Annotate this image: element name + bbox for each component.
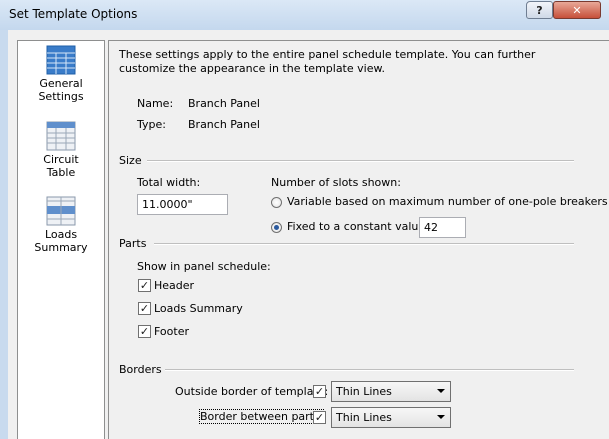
- outside-border-checkbox[interactable]: ✓: [313, 385, 326, 398]
- loads-summary-icon: [46, 196, 76, 226]
- nav-label-line2: Summary: [34, 241, 88, 254]
- footer-checkbox-label: Footer: [154, 325, 189, 338]
- type-label: Type:: [137, 118, 166, 131]
- nav-label-line2: Table: [46, 166, 76, 179]
- border-between-label: Border between parts:: [198, 409, 325, 424]
- slots-label: Number of slots shown:: [271, 176, 401, 189]
- footer-checkbox[interactable]: ✓: [138, 325, 151, 338]
- total-width-input[interactable]: 11.0000": [137, 194, 228, 215]
- border-between-value: Thin Lines: [336, 411, 392, 424]
- window-title: Set Template Options: [9, 7, 138, 21]
- circuit-table-icon: [46, 121, 76, 151]
- fixed-slots-label: Fixed to a constant value:: [287, 220, 429, 233]
- outside-border-value: Thin Lines: [336, 385, 392, 398]
- size-divider: [147, 160, 574, 162]
- nav-label-line1: Loads: [44, 228, 78, 241]
- help-button[interactable]: ?: [526, 1, 553, 19]
- show-in-schedule-label: Show in panel schedule:: [137, 260, 271, 273]
- intro-text: These settings apply to the entire panel…: [119, 48, 536, 75]
- nav-item-circuit-table[interactable]: Circuit Table: [18, 121, 104, 179]
- close-button[interactable]: ✕: [553, 1, 601, 19]
- nav-item-loads-summary[interactable]: Loads Summary: [18, 196, 104, 254]
- outside-border-label: Outside border of template:: [175, 385, 329, 398]
- fixed-slots-radio[interactable]: [271, 222, 282, 233]
- grid-table-icon: [46, 45, 76, 75]
- parts-divider: [154, 243, 574, 245]
- variable-slots-label: Variable based on maximum number of one-…: [287, 195, 608, 208]
- navigation-pane: General Settings Circuit Table Loads Sum…: [17, 40, 105, 439]
- nav-label-line1: Circuit: [43, 153, 79, 166]
- fixed-slots-input[interactable]: 42: [419, 217, 466, 238]
- borders-divider: [165, 369, 574, 371]
- nav-item-general-settings[interactable]: General Settings: [18, 45, 104, 103]
- close-icon: ✕: [572, 3, 582, 17]
- dialog-body: General Settings Circuit Table Loads Sum…: [8, 30, 609, 439]
- header-checkbox[interactable]: ✓: [138, 279, 151, 292]
- loads-summary-checkbox[interactable]: ✓: [138, 302, 151, 315]
- borders-heading: Borders: [119, 363, 162, 376]
- size-heading: Size: [119, 154, 142, 167]
- settings-pane: These settings apply to the entire panel…: [108, 40, 609, 439]
- type-value: Branch Panel: [188, 118, 260, 131]
- parts-heading: Parts: [119, 237, 147, 250]
- total-width-label: Total width:: [137, 176, 201, 189]
- chevron-down-icon: [437, 415, 445, 419]
- loads-summary-checkbox-label: Loads Summary: [154, 302, 243, 315]
- outside-border-select[interactable]: Thin Lines: [331, 381, 451, 402]
- name-value: Branch Panel: [188, 97, 260, 110]
- header-checkbox-label: Header: [154, 279, 195, 292]
- nav-label-line1: General: [39, 77, 83, 90]
- border-between-select[interactable]: Thin Lines: [331, 407, 451, 428]
- nav-label-line2: Settings: [38, 90, 84, 103]
- chevron-down-icon: [437, 389, 445, 393]
- name-label: Name:: [137, 97, 174, 110]
- border-between-checkbox[interactable]: ✓: [313, 411, 326, 424]
- help-icon: ?: [536, 3, 543, 17]
- title-bar: Set Template Options ? ✕: [0, 0, 609, 30]
- variable-slots-radio[interactable]: [271, 197, 282, 208]
